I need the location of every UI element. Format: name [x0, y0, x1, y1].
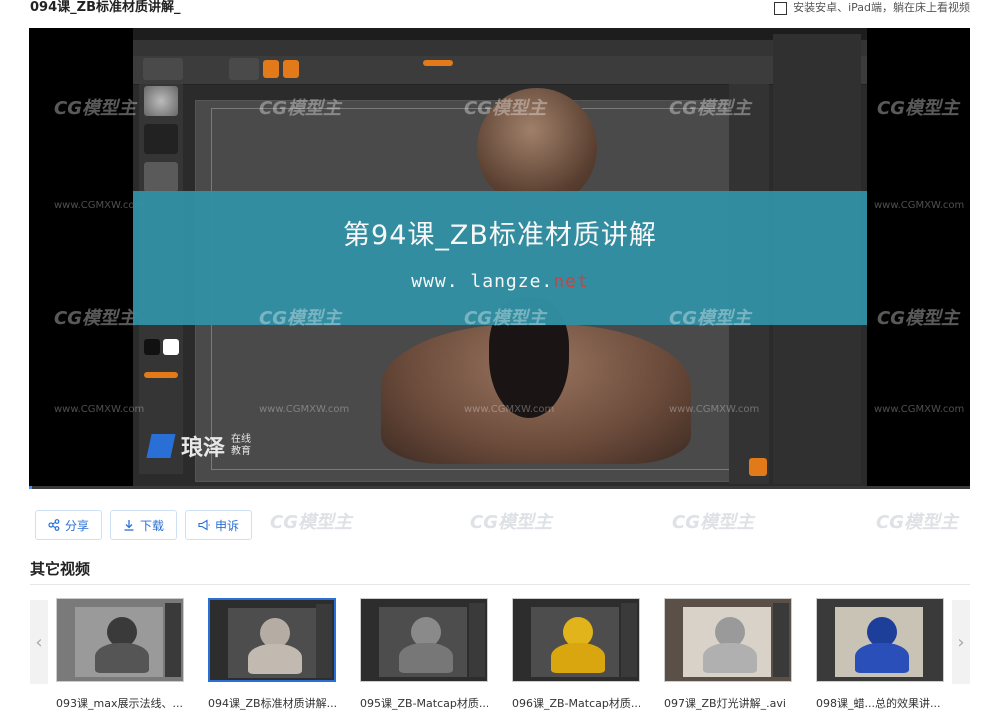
watermark-url: www.CGMXW.com [874, 404, 965, 415]
watermark-logo: CG模型主 [669, 308, 751, 329]
thumbnail-image[interactable] [816, 598, 944, 682]
thumbnail-caption[interactable]: 093课_max展示法线、... [56, 695, 184, 711]
app-hint-text: 安装安卓、iPad端，躺在床上看视频 [793, 1, 970, 14]
checkbox-icon[interactable] [774, 1, 788, 15]
banner-title: 第94课_ZB标准材质讲解 [343, 220, 657, 251]
megaphone-icon [198, 519, 210, 531]
thumbnail-image[interactable] [56, 598, 184, 682]
langze-logo-icon [146, 434, 176, 458]
watermark-logo: CG模型主 [54, 98, 136, 119]
other-videos-carousel: ‹ 093课_max展示法线、... 094课_ZB标准材质讲解... 095课_Z… [30, 598, 970, 723]
video-thumbnail[interactable]: 098课_蜡...总的效果讲... [816, 598, 944, 723]
thumbnail-image[interactable] [664, 598, 792, 682]
watermark-logo: CG模型主 [877, 308, 959, 329]
page-title: 094课_ZB标准材质讲解_ [30, 0, 181, 15]
thumbnail-image[interactable] [512, 598, 640, 682]
watermark-logo: CG模型主 [669, 98, 751, 119]
thumbnail-caption[interactable]: 096课_ZB-Matcap材质... [512, 695, 640, 711]
watermark-logo: CG模型主 [672, 512, 754, 533]
chevron-right-icon: › [957, 631, 965, 653]
chevron-left-icon: ‹ [35, 631, 43, 653]
watermark-logo: CG模型主 [464, 308, 546, 329]
section-divider [30, 584, 970, 585]
report-button[interactable]: 申诉 [185, 510, 253, 540]
video-progress-bar[interactable] [29, 486, 970, 489]
app-install-hint[interactable]: 安装安卓、iPad端，躺在床上看视频 [774, 0, 970, 16]
watermark-logo: CG模型主 [876, 512, 958, 533]
thumbnail-caption[interactable]: 098课_蜡...总的效果讲... [816, 695, 944, 711]
watermark-url: www.CGMXW.com [874, 200, 965, 211]
thumbnail-caption[interactable]: 097课_ZB灯光讲解_.avi [664, 695, 792, 711]
thumbnail-image[interactable] [360, 598, 488, 682]
banner-url: www. langze.net [411, 271, 589, 292]
video-thumbnail-list: 093课_max展示法线、... 094课_ZB标准材质讲解... 095课_ZB-… [56, 598, 956, 723]
watermark-logo: CG模型主 [464, 98, 546, 119]
langze-logo: 琅泽 在线 教育 [146, 430, 251, 462]
share-icon [48, 519, 60, 531]
watermark-logo: CG模型主 [877, 98, 959, 119]
video-thumbnail[interactable]: 094课_ZB标准材质讲解... [208, 598, 336, 723]
watermark-url: www.CGMXW.com [464, 404, 555, 415]
watermark-url: www.CGMXW.com [669, 404, 760, 415]
video-progress-fill [29, 486, 32, 489]
watermark-url: www.CGMXW.com [54, 200, 145, 211]
watermark-logo: CG模型主 [270, 512, 352, 533]
carousel-prev-button[interactable]: ‹ [30, 600, 48, 684]
watermark-logo: CG模型主 [259, 98, 341, 119]
video-player[interactable]: CG模型主 CG模型主 CG模型主 CG模型主 CG模型主 www.CGMXW.… [29, 28, 970, 489]
video-actions: 分享 下载 申诉 [35, 510, 253, 540]
watermark-url: www.CGMXW.com [54, 404, 145, 415]
watermark-url: www.CGMXW.com [259, 404, 350, 415]
video-thumbnail[interactable]: 096课_ZB-Matcap材质... [512, 598, 640, 723]
thumbnail-image[interactable] [208, 598, 336, 682]
video-thumbnail[interactable]: 093课_max展示法线、... [56, 598, 184, 723]
watermark-logo: CG模型主 [54, 308, 136, 329]
thumbnail-caption[interactable]: 095课_ZB-Matcap材质... [360, 695, 488, 711]
watermark-logo: CG模型主 [259, 308, 341, 329]
download-button[interactable]: 下载 [110, 510, 178, 540]
carousel-next-button[interactable]: › [952, 600, 970, 684]
share-button[interactable]: 分享 [35, 510, 103, 540]
thumbnail-caption[interactable]: 094课_ZB标准材质讲解... [208, 695, 336, 711]
other-videos-heading: 其它视频 [30, 560, 91, 578]
watermark-logo: CG模型主 [470, 512, 552, 533]
video-thumbnail[interactable]: 097课_ZB灯光讲解_.avi [664, 598, 792, 723]
video-thumbnail[interactable]: 095课_ZB-Matcap材质... [360, 598, 488, 723]
download-icon [123, 519, 135, 531]
